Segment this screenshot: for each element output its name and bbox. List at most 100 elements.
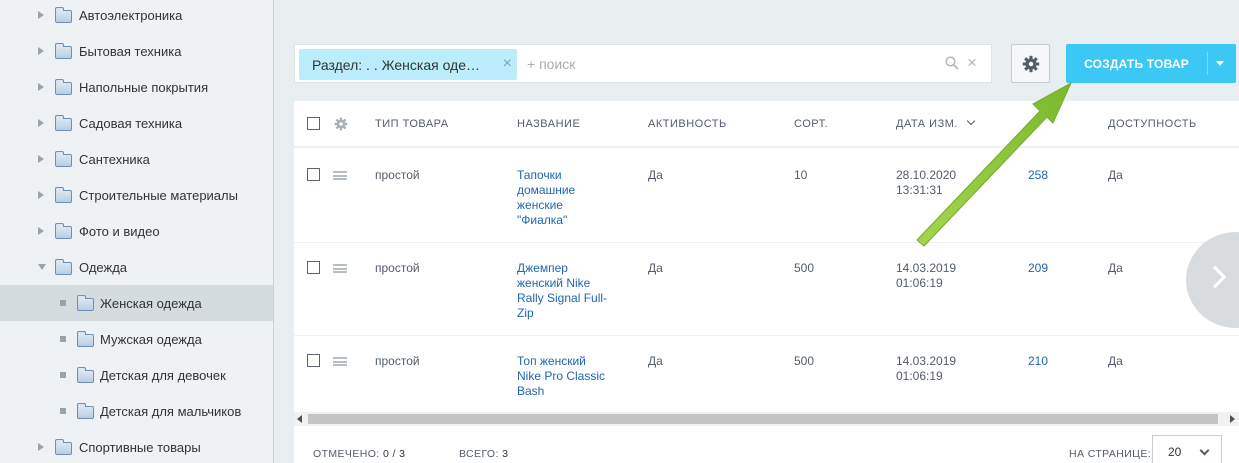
tree-item-flooring[interactable]: Напольные покрытия bbox=[0, 69, 273, 105]
sort-desc-chevron-icon[interactable] bbox=[966, 116, 976, 126]
time-value: 01:06:19 bbox=[896, 369, 943, 383]
create-dropdown-arrow-icon[interactable] bbox=[1216, 61, 1224, 66]
expand-arrow-icon[interactable] bbox=[38, 227, 44, 235]
chip-close-icon[interactable]: × bbox=[503, 55, 512, 73]
grid-footer: ОТМЕЧЕНО: 0 / 3 ВСЕГО: 3 НА СТРАНИЦЕ: 20 bbox=[294, 432, 1239, 463]
create-product-button[interactable]: СОЗДАТЬ ТОВАР bbox=[1066, 44, 1236, 83]
tree-item-girls[interactable]: Детская для девочек bbox=[0, 357, 273, 393]
date-value: 28.10.2020 bbox=[896, 168, 957, 182]
per-page-value: 20 bbox=[1168, 445, 1182, 459]
column-header-sort[interactable]: СОРТ. bbox=[794, 118, 828, 130]
cell-type: простой bbox=[375, 354, 420, 368]
tree-item-photo-video[interactable]: Фото и видео bbox=[0, 213, 273, 249]
scroll-right-arrow-icon[interactable] bbox=[1230, 415, 1235, 423]
expand-arrow-icon[interactable] bbox=[38, 83, 44, 91]
tree-item-boys[interactable]: Детская для мальчиков bbox=[0, 393, 273, 429]
tree-item-autoelectronics[interactable]: Автоэлектроника bbox=[0, 0, 273, 33]
column-header-type[interactable]: ТИП ТОВАРА bbox=[375, 118, 449, 130]
name-line: "Фиалка" bbox=[517, 213, 568, 227]
column-settings-gear-icon[interactable] bbox=[334, 117, 348, 131]
folder-icon bbox=[77, 367, 94, 383]
clear-search-icon[interactable]: × bbox=[967, 53, 977, 73]
bullet-icon bbox=[60, 336, 66, 342]
row-checkbox[interactable] bbox=[307, 354, 320, 367]
cell-name-link[interactable]: Топ женский Nike Pro Classic Bash bbox=[517, 354, 605, 399]
column-header-name[interactable]: НАЗВАНИЕ bbox=[517, 118, 580, 130]
expand-arrow-icon[interactable] bbox=[38, 11, 44, 19]
column-header-availability[interactable]: ДОСТУПНОСТЬ bbox=[1108, 118, 1197, 130]
search-input[interactable]: + поиск bbox=[527, 56, 575, 72]
column-header-date[interactable]: ДАТА ИЗМ. bbox=[896, 118, 958, 130]
cell-date: 14.03.2019 01:06:19 bbox=[896, 354, 956, 384]
total-label: ВСЕГО: bbox=[459, 448, 499, 460]
tree-item-label: Строительные материалы bbox=[79, 188, 238, 203]
collapse-arrow-icon[interactable] bbox=[38, 264, 46, 270]
table-row[interactable]: простой Тапочки домашние женские "Фиалка… bbox=[294, 150, 1239, 243]
name-line: Bash bbox=[517, 384, 545, 398]
row-menu-icon[interactable] bbox=[333, 171, 347, 180]
expand-arrow-icon[interactable] bbox=[38, 191, 44, 199]
settings-button[interactable] bbox=[1011, 44, 1050, 83]
expand-arrow-icon[interactable] bbox=[38, 443, 44, 451]
select-all-checkbox[interactable] bbox=[307, 117, 320, 130]
row-menu-icon[interactable] bbox=[333, 264, 347, 273]
tree-item-building[interactable]: Строительные материалы bbox=[0, 177, 273, 213]
tree-item-label: Бытовая техника bbox=[79, 44, 182, 59]
cell-id-link[interactable]: 209 bbox=[1028, 261, 1048, 276]
name-line: женские bbox=[517, 198, 563, 212]
cell-id-link[interactable]: 210 bbox=[1028, 354, 1048, 369]
tree-item-plumbing[interactable]: Сантехника bbox=[0, 141, 273, 177]
tree-item-garden[interactable]: Садовая техника bbox=[0, 105, 273, 141]
name-line: Nike Pro Classic bbox=[517, 369, 606, 383]
tree-item-clothing[interactable]: Одежда bbox=[0, 249, 273, 285]
folder-icon bbox=[77, 295, 94, 311]
expand-arrow-icon[interactable] bbox=[38, 155, 44, 163]
row-checkbox[interactable] bbox=[307, 261, 320, 274]
per-page-label: НА СТРАНИЦЕ: bbox=[1069, 448, 1152, 460]
marked-counter: ОТМЕЧЕНО: 0 / 3 bbox=[313, 448, 405, 460]
tree-item-womens-clothing[interactable]: Женская одежда bbox=[0, 285, 273, 321]
cell-active: Да bbox=[648, 261, 663, 275]
tree-item-sports[interactable]: Спортивные товары bbox=[0, 429, 273, 463]
tree-item-label: Женская одежда bbox=[100, 296, 202, 311]
chevron-down-icon bbox=[1199, 445, 1210, 456]
total-counter: ВСЕГО: 3 bbox=[459, 448, 508, 460]
cell-active: Да bbox=[648, 354, 663, 368]
date-value: 14.03.2019 bbox=[896, 354, 957, 368]
tree-item-label: Одежда bbox=[79, 260, 128, 275]
cell-name-link[interactable]: Тапочки домашние женские "Фиалка" bbox=[517, 168, 575, 228]
name-line: Zip bbox=[517, 306, 534, 320]
cell-name-link[interactable]: Джемпер женский Nike Rally Signal Full- … bbox=[517, 261, 607, 321]
name-line: Тапочки bbox=[517, 168, 562, 182]
name-line: женский Nike bbox=[517, 276, 591, 290]
total-value: 3 bbox=[502, 448, 509, 460]
row-menu-icon[interactable] bbox=[333, 357, 347, 366]
column-header-active[interactable]: АКТИВНОСТЬ bbox=[648, 118, 727, 130]
folder-icon bbox=[55, 151, 72, 167]
cell-date: 14.03.2019 01:06:19 bbox=[896, 261, 956, 291]
row-checkbox[interactable] bbox=[307, 168, 320, 181]
scroll-left-arrow-icon[interactable] bbox=[297, 415, 302, 423]
folder-icon bbox=[55, 79, 72, 95]
cell-id-link[interactable]: 258 bbox=[1028, 168, 1048, 183]
tree-item-label: Детская для девочек bbox=[100, 368, 226, 383]
expand-arrow-icon[interactable] bbox=[38, 47, 44, 55]
scrollbar-thumb[interactable] bbox=[308, 414, 1218, 424]
date-value: 14.03.2019 bbox=[896, 261, 957, 275]
horizontal-scrollbar[interactable] bbox=[294, 412, 1239, 426]
filter-search-box[interactable]: Раздел: . . Женская оде… × + поиск × bbox=[294, 44, 992, 83]
gear-icon bbox=[1022, 55, 1039, 72]
tree-item-appliances[interactable]: Бытовая техника bbox=[0, 33, 273, 69]
grid-header: ТИП ТОВАРА НАЗВАНИЕ АКТИВНОСТЬ СОРТ. ДАТ… bbox=[294, 101, 1239, 148]
per-page-select[interactable]: 20 bbox=[1152, 435, 1222, 463]
tree-item-mens-clothing[interactable]: Мужская одежда bbox=[0, 321, 273, 357]
search-icon[interactable] bbox=[945, 56, 959, 70]
cell-availability: Да bbox=[1108, 168, 1123, 182]
folder-icon bbox=[55, 7, 72, 23]
expand-arrow-icon[interactable] bbox=[38, 119, 44, 127]
filter-chip[interactable]: Раздел: . . Женская оде… × bbox=[299, 49, 517, 80]
bullet-icon bbox=[60, 408, 66, 414]
bullet-icon bbox=[60, 372, 66, 378]
button-separator bbox=[1207, 52, 1208, 75]
table-row[interactable]: простой Джемпер женский Nike Rally Signa… bbox=[294, 243, 1239, 336]
